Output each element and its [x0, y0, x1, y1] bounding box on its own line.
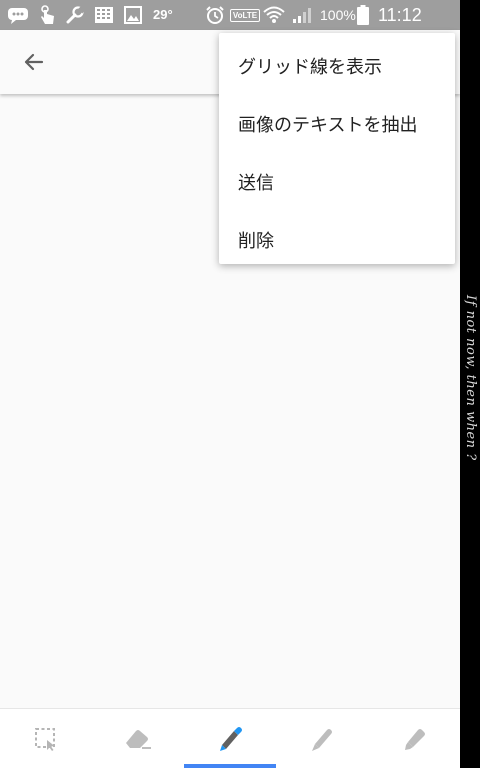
menu-item-label: 削除 — [238, 231, 274, 252]
battery-percent: 100% — [320, 7, 356, 23]
pen-icon — [220, 727, 242, 751]
status-time: 11:12 — [378, 5, 422, 25]
selected-tool-indicator — [184, 764, 276, 768]
chat-bubble-icon — [6, 5, 30, 25]
status-bar: 29° VoLTE 100% 11:12 — [0, 0, 460, 30]
menu-item-send[interactable]: 送信 — [219, 153, 455, 211]
menu-item-delete[interactable]: 削除 — [219, 211, 455, 269]
keyboard-icon — [93, 5, 115, 25]
highlighter-icon — [405, 729, 425, 750]
signal-icon — [290, 5, 314, 25]
device-screen: 29° VoLTE 100% 11:12 グリッド線を表示 画像のテキストを抽出… — [0, 0, 460, 768]
menu-item-extract-text[interactable]: 画像のテキストを抽出 — [219, 95, 455, 153]
highlighter-tool[interactable] — [368, 709, 460, 768]
overflow-menu: グリッド線を表示 画像のテキストを抽出 送信 削除 — [219, 33, 455, 264]
wifi-icon — [262, 5, 286, 25]
lasso-select-icon — [35, 728, 55, 751]
back-button[interactable] — [14, 42, 54, 82]
touch-icon — [36, 5, 58, 25]
menu-item-label: グリッド線を表示 — [238, 57, 382, 78]
menu-item-show-gridlines[interactable]: グリッド線を表示 — [219, 37, 455, 95]
menu-item-label: 送信 — [238, 173, 274, 194]
eraser-tool[interactable] — [92, 709, 184, 768]
wrench-icon — [64, 5, 86, 25]
pencil-tool[interactable] — [276, 709, 368, 768]
pen-tool[interactable] — [184, 709, 276, 768]
arrow-back-icon — [24, 53, 44, 71]
temperature-text: 29° — [153, 7, 173, 22]
eraser-icon — [126, 730, 151, 749]
lasso-select-tool[interactable] — [0, 709, 92, 768]
menu-item-label: 画像のテキストを抽出 — [238, 115, 418, 136]
bottom-toolbar — [0, 708, 460, 768]
edge-caption: If not now, then when ? — [463, 295, 478, 461]
image-icon — [122, 5, 144, 25]
volte-label: VoLTE — [229, 8, 261, 22]
battery-icon — [355, 5, 371, 25]
volte-icon: VoLTE — [229, 5, 261, 25]
alarm-icon — [204, 5, 226, 25]
pencil-icon — [312, 729, 332, 751]
